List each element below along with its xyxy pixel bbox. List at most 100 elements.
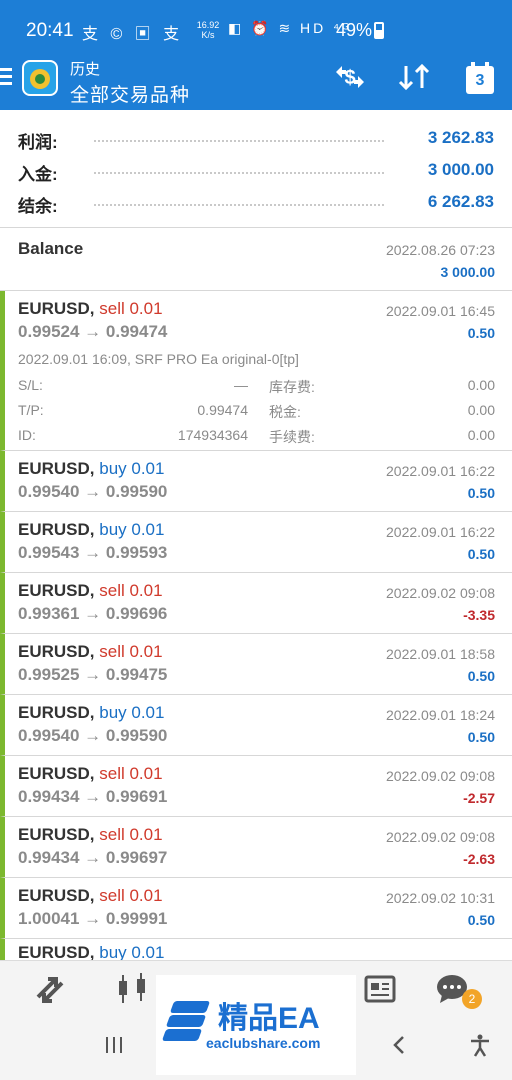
app-bar: 历史 全部交易品种 $ 3	[0, 52, 512, 110]
deal-row[interactable]: EURUSD, sell 0.01 0.99434 → 0.99697 2022…	[0, 817, 512, 878]
nav-quotes[interactable]	[30, 971, 70, 1011]
network-speed: 16.92 K/s	[196, 20, 220, 40]
swap-label: 库存费:	[269, 379, 315, 395]
battery-icon	[374, 22, 384, 39]
dollar-arrows-icon: $	[336, 66, 364, 89]
watermark-title: 精品EA	[218, 1002, 320, 1035]
deal-direction: sell 0.01	[99, 825, 163, 844]
notification-icons: 支 © ▣ 支	[82, 26, 184, 43]
accessibility-button[interactable]	[462, 1032, 498, 1068]
summary-row-balance: 结余: 6 262.83	[18, 188, 494, 218]
deal-time: 2022.09.01 16:45	[386, 303, 495, 319]
deal-row[interactable]: EURUSD, buy 0.01 0.99543 → 0.99593 2022.…	[0, 512, 512, 573]
deposit-value: 3 000.00	[427, 160, 494, 179]
deal-row[interactable]: EURUSD, sell 0.01 0.99361 → 0.99696 2022…	[0, 573, 512, 634]
deal-prices: 0.99525 → 0.99475	[18, 665, 168, 684]
app-logo[interactable]	[22, 60, 58, 96]
symbol-text: EURUSD,	[18, 825, 95, 844]
system-icons: ◧ ⏰ ≋ HD ⁴ᴳ	[228, 20, 353, 36]
deal-profit: -3.35	[463, 607, 495, 623]
deal-time: 2022.09.02 09:08	[386, 829, 495, 845]
deal-symbol: EURUSD, sell 0.01	[18, 299, 163, 319]
deal-row[interactable]: EURUSD, buy 0.01 0.99540 → 0.99590 2022.…	[0, 451, 512, 512]
tax-value: 0.00	[467, 402, 495, 418]
deal-profit: -2.63	[463, 851, 495, 867]
deal-prices: 0.99361 → 0.99696	[18, 604, 168, 623]
leader-dots	[94, 172, 384, 174]
deal-row[interactable]: EURUSD, sell 0.01 1.00041 → 0.99991 2022…	[0, 878, 512, 939]
deal-profit: 0.50	[467, 546, 495, 562]
deal-direction: buy 0.01	[99, 459, 165, 478]
deal-time: 2022.09.01 16:22	[386, 524, 495, 540]
deal-prices: 0.99540 → 0.99590	[18, 726, 168, 745]
deal-symbol: EURUSD, sell 0.01	[18, 642, 163, 662]
deal-profit: -2.57	[463, 790, 495, 806]
tax-label: 税金:	[269, 404, 301, 420]
symbol-text: EURUSD,	[18, 943, 95, 961]
top-bar: 20:41 支 © ▣ 支 16.92 K/s ◧ ⏰ ≋ HD ⁴ᴳ 49% …	[0, 0, 512, 110]
symbol-filter-title[interactable]: 全部交易品种	[70, 80, 190, 107]
symbol-text: EURUSD,	[18, 459, 95, 478]
fee-value: 0.00	[467, 427, 495, 443]
profit-value: 3 262.83	[427, 128, 494, 147]
deal-symbol: EURUSD, buy 0.01	[18, 703, 164, 723]
deal-time: 2022.09.01 18:58	[386, 646, 495, 662]
symbol-text: EURUSD,	[18, 520, 95, 539]
accessibility-icon	[471, 1034, 489, 1057]
deal-row[interactable]: EURUSD, sell 0.01 0.99525 → 0.99475 2022…	[0, 634, 512, 695]
recent-apps-button[interactable]	[96, 1032, 132, 1068]
watermark: 精品EA eaclubshare.com	[156, 975, 356, 1075]
deal-profit: 0.50	[467, 485, 495, 501]
network-speed-value: 16.92	[196, 20, 220, 30]
balance-amount: 3 000.00	[440, 264, 496, 280]
deal-symbol: EURUSD, sell 0.01	[18, 581, 163, 601]
network-speed-unit: K/s	[201, 30, 215, 40]
chevron-left-icon	[393, 1036, 404, 1054]
recent-apps-icon	[106, 1037, 122, 1053]
deal-row-partial[interactable]: EURUSD, buy 0.01	[0, 939, 512, 961]
balance-title: Balance	[18, 239, 84, 258]
nav-chart[interactable]	[112, 971, 152, 1011]
deal-symbol: EURUSD, buy 0.01	[18, 943, 164, 961]
svg-text:$: $	[344, 67, 355, 89]
calendar-icon[interactable]: 3	[466, 62, 494, 94]
status-time: 20:41	[26, 20, 74, 41]
deal-direction: buy 0.01	[99, 943, 165, 961]
deal-profit: 0.50	[467, 729, 495, 745]
hamburger-menu-icon[interactable]	[0, 68, 14, 86]
watermark-logo-icon	[161, 995, 211, 1041]
deal-row[interactable]: EURUSD, sell 0.01 0.99434 → 0.99691 2022…	[0, 756, 512, 817]
deal-row[interactable]: EURUSD, buy 0.01 0.99540 → 0.99590 2022.…	[0, 695, 512, 756]
symbol-text: EURUSD,	[18, 764, 95, 783]
leader-dots	[94, 140, 384, 142]
deal-time: 2022.09.01 16:22	[386, 463, 495, 479]
deal-time: 2022.09.02 09:08	[386, 768, 495, 784]
balance-value: 6 262.83	[427, 192, 494, 211]
deal-symbol: EURUSD, sell 0.01	[18, 825, 163, 845]
deal-time: 2022.09.02 10:31	[386, 890, 495, 906]
deal-prices: 0.99543 → 0.99593	[18, 543, 168, 562]
deal-profit: 0.50	[467, 668, 495, 684]
balance-time: 2022.08.26 07:23	[386, 242, 495, 258]
nav-news[interactable]	[360, 971, 400, 1011]
sl-label: S/L:	[18, 377, 43, 393]
chat-badge: 2	[462, 989, 482, 1009]
page-subtitle: 历史	[70, 61, 101, 78]
sort-arrows-icon	[398, 63, 430, 91]
balance-row[interactable]: Balance 2022.08.26 07:23 3 000.00	[0, 229, 512, 291]
deal-profit: 0.50	[467, 325, 495, 341]
symbol-text: EURUSD,	[18, 642, 95, 661]
deal-row-expanded[interactable]: EURUSD, sell 0.01 0.99524 → 0.99474 2022…	[0, 291, 512, 451]
back-button[interactable]	[382, 1032, 418, 1068]
sort-button[interactable]	[394, 62, 434, 98]
profit-label: 利润:	[18, 133, 58, 152]
deal-symbol: EURUSD, sell 0.01	[18, 886, 163, 906]
symbol-text: EURUSD,	[18, 581, 95, 600]
deal-direction: sell 0.01	[99, 886, 163, 905]
deal-direction: buy 0.01	[99, 703, 165, 722]
deposit-filter-button[interactable]: $	[330, 62, 370, 98]
summary-row-deposit: 入金: 3 000.00	[18, 156, 494, 186]
deal-direction: sell 0.01	[99, 764, 163, 783]
deposit-label: 入金:	[18, 165, 58, 184]
deal-symbol: EURUSD, buy 0.01	[18, 520, 164, 540]
